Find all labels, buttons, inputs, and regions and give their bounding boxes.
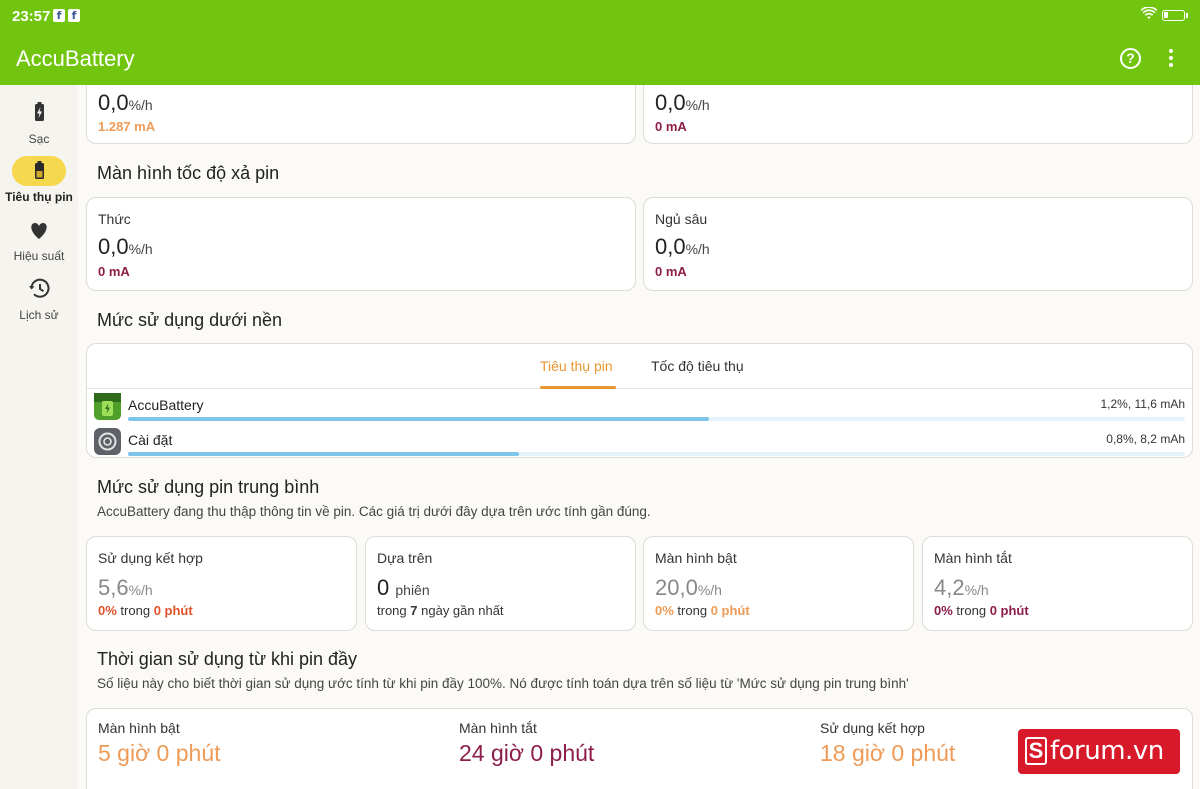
active-tab-indicator	[540, 386, 616, 389]
avg-card-based-on: Dựa trên 0 phiên trong 7 ngày gần nhất	[365, 536, 636, 631]
nav-item-discharge[interactable]: Tiêu thụ pin	[0, 156, 78, 204]
card-value: 0,0%/h	[655, 234, 710, 259]
card-label: Dựa trên	[377, 550, 433, 566]
col-value: 18 giờ 0 phút	[820, 740, 956, 766]
app-bar: AccuBattery ?	[0, 32, 1200, 85]
main-content: 0,0%/h 1.287 mA 0,0%/h 0 mA Màn hình tốc…	[78, 85, 1200, 789]
section-title-average-usage: Mức sử dụng pin trung bình	[97, 477, 320, 497]
battery-charging-icon	[12, 98, 66, 128]
drain-current: 1.287 mA	[98, 119, 156, 134]
nav-item-history[interactable]: Lịch sử	[0, 274, 78, 322]
col-label: Màn hình tắt	[459, 720, 537, 736]
section-description: AccuBattery đang thu thập thông tin về p…	[97, 504, 651, 519]
status-bar: 23:57 f f	[0, 0, 1200, 32]
app-usage-value: 1,2%, 11,6 mAh	[1100, 397, 1186, 411]
app-usage-row[interactable]: AccuBattery 1,2%, 11,6 mAh	[87, 390, 1192, 424]
avg-card-screen-on: Màn hình bật 20,0%/h 0% trong 0 phút	[643, 536, 914, 631]
drain-current: 0 mA	[655, 119, 687, 134]
app-name: Cài đặt	[128, 432, 173, 448]
card-duration: 0% trong 0 phút	[98, 603, 193, 618]
logo-text: forum.vn	[1050, 736, 1164, 766]
more-options-icon[interactable]	[1160, 48, 1182, 70]
card-current: 0 mA	[655, 264, 687, 279]
card-value: 4,2%/h	[934, 575, 989, 600]
usage-bar-fill	[128, 417, 710, 421]
col-value: 5 giờ 0 phút	[98, 740, 221, 766]
nav-label: Lịch sử	[19, 308, 59, 322]
drain-card-screen-on: 0,0%/h 1.287 mA	[86, 85, 636, 144]
section-title-screen-drain: Màn hình tốc độ xả pin	[97, 163, 280, 183]
card-value: 0,0%/h	[98, 234, 153, 259]
card-label: Thức	[98, 211, 131, 227]
accubattery-app-icon	[94, 393, 121, 420]
usage-bar-track	[128, 417, 1185, 421]
awake-card: Thức 0,0%/h 0 mA	[86, 197, 636, 291]
avg-card-screen-off: Màn hình tắt 4,2%/h 0% trong 0 phút	[922, 536, 1193, 631]
card-value: 20,0%/h	[655, 575, 722, 600]
facebook-icon: f	[53, 9, 65, 22]
card-value: 0 phiên	[377, 575, 430, 600]
card-value: 5,6%/h	[98, 575, 153, 600]
col-label: Màn hình bật	[98, 720, 180, 736]
card-label: Sử dụng kết hợp	[98, 550, 203, 566]
heart-icon	[12, 215, 66, 245]
nav-label: Tiêu thụ pin	[5, 190, 73, 204]
section-title-time-since-full: Thời gian sử dụng từ khi pin đầy	[97, 649, 358, 669]
card-label: Màn hình bật	[655, 550, 737, 566]
card-label: Ngủ sâu	[655, 211, 708, 227]
history-icon	[12, 274, 66, 304]
facebook-icon: f	[68, 9, 80, 22]
card-duration: 0% trong 0 phút	[934, 603, 1029, 618]
section-description: Số liệu này cho biết thời gian sử dụng ư…	[97, 676, 909, 691]
drain-value: 0,0%/h	[98, 90, 153, 115]
drain-card-screen-off: 0,0%/h 0 mA	[643, 85, 1193, 144]
tab-battery-usage[interactable]: Tiêu thụ pin	[540, 358, 613, 374]
usage-bar-fill	[128, 452, 520, 456]
tab-usage-rate[interactable]: Tốc độ tiêu thụ	[651, 358, 744, 374]
col-label: Sử dụng kết hợp	[820, 720, 925, 736]
wifi-icon	[1141, 7, 1157, 19]
card-current: 0 mA	[98, 264, 130, 279]
logo-letter: S	[1025, 737, 1047, 765]
app-usage-value: 0,8%, 8,2 mAh	[1106, 432, 1185, 446]
usage-bar-track	[128, 452, 1185, 456]
app-usage-row[interactable]: Cài đặt 0,8%, 8,2 mAh	[87, 425, 1192, 457]
background-usage-card: Tiêu thụ pin Tốc độ tiêu thụ AccuBattery…	[86, 343, 1193, 458]
section-title-background-usage: Mức sử dụng dưới nền	[97, 310, 283, 330]
app-title: AccuBattery	[16, 46, 135, 71]
battery-low-icon	[12, 156, 66, 186]
nav-label: Sạc	[28, 132, 50, 146]
col-value: 24 giờ 0 phút	[459, 740, 595, 766]
deep-sleep-card: Ngủ sâu 0,0%/h 0 mA	[643, 197, 1193, 291]
app-name: AccuBattery	[128, 397, 204, 413]
battery-status-icon	[1162, 10, 1188, 21]
nav-label: Hiệu suất	[13, 249, 65, 263]
card-label: Màn hình tắt	[934, 550, 1012, 566]
settings-app-icon	[94, 428, 121, 455]
nav-item-health[interactable]: Hiệu suất	[0, 215, 78, 263]
avg-card-combined: Sử dụng kết hợp 5,6%/h 0% trong 0 phút	[86, 536, 357, 631]
status-time: 23:57	[12, 8, 51, 25]
navigation-rail: Sạc Tiêu thụ pin Hiệu suất Lịch sử	[0, 85, 78, 789]
card-period: trong 7 ngày gần nhất	[377, 603, 504, 618]
help-icon[interactable]: ?	[1120, 48, 1141, 69]
nav-item-charging[interactable]: Sạc	[0, 98, 78, 146]
drain-value: 0,0%/h	[655, 90, 710, 115]
card-duration: 0% trong 0 phút	[655, 603, 750, 618]
sforum-watermark-logo: S forum.vn	[1018, 729, 1180, 774]
usage-tabs: Tiêu thụ pin Tốc độ tiêu thụ	[87, 344, 1192, 389]
